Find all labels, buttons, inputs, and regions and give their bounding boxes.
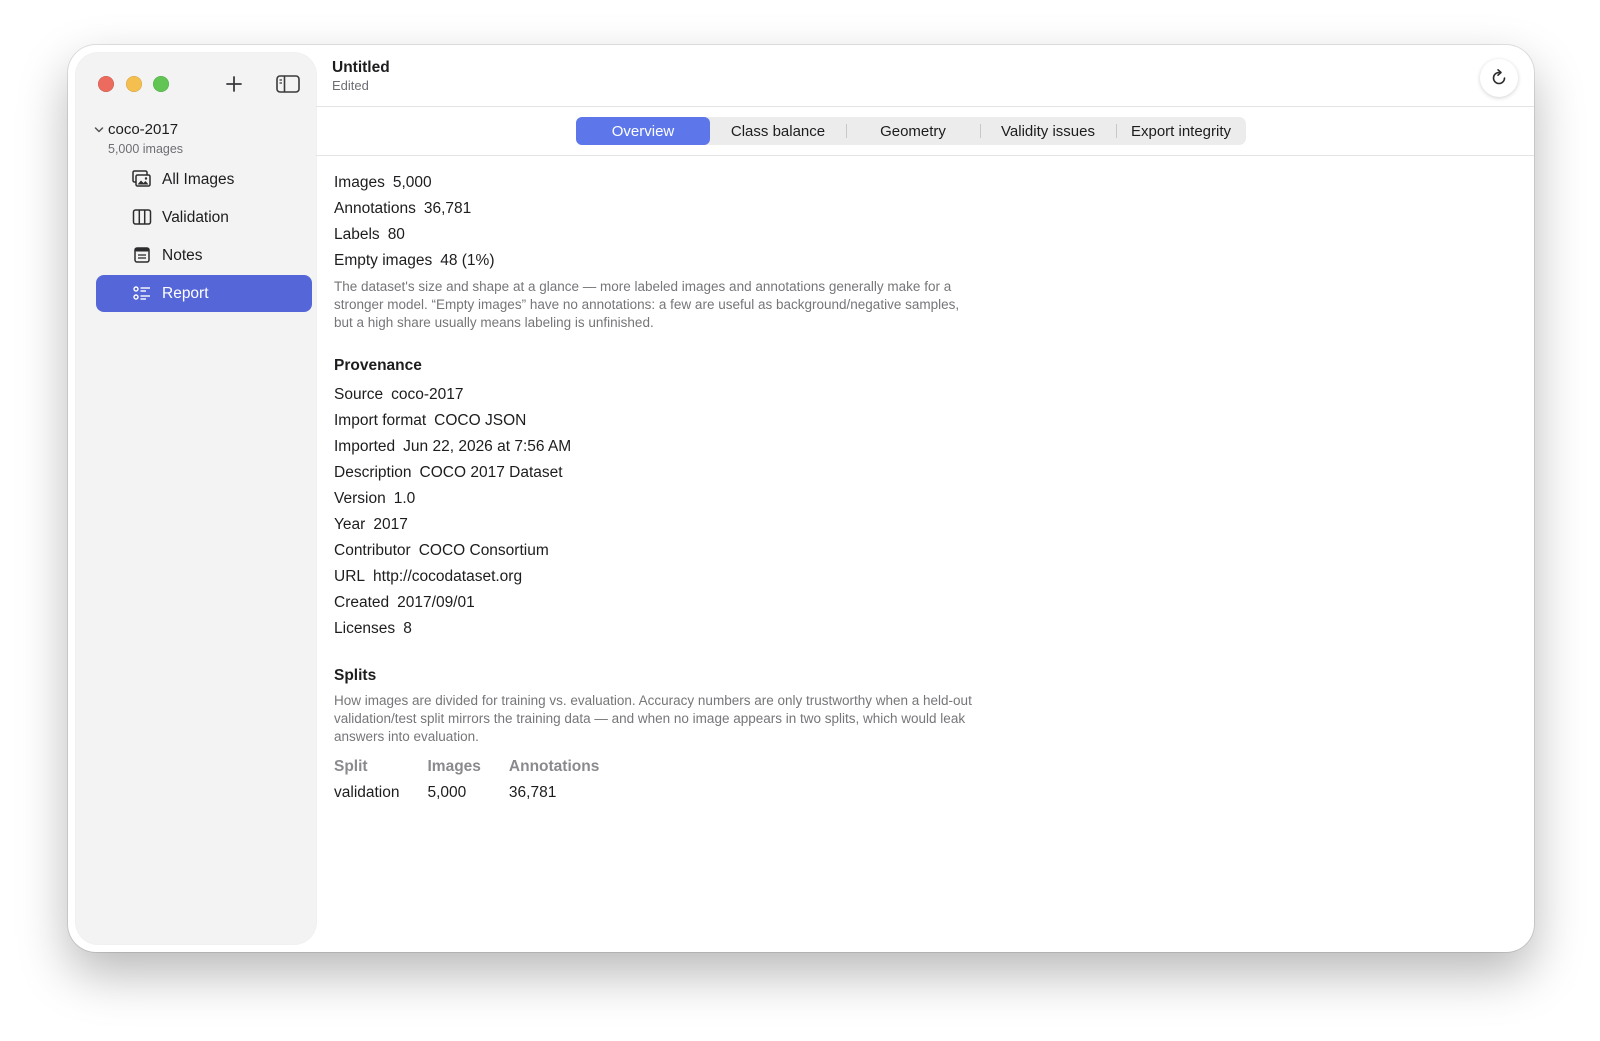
sidebar-item-validation[interactable]: Validation xyxy=(96,199,312,236)
columns-icon xyxy=(132,209,152,225)
app-window: coco-2017 5,000 images All Images Valida… xyxy=(68,45,1534,952)
tab-export-integrity[interactable]: Export integrity xyxy=(1116,117,1246,145)
dataset-name: coco-2017 xyxy=(108,121,179,138)
provenance-row: URL http://cocodataset.org xyxy=(334,564,1034,590)
dataset-header[interactable]: coco-2017 5,000 images xyxy=(92,121,183,156)
sidebar-item-label: Notes xyxy=(162,246,203,264)
provenance-row: Version 1.0 xyxy=(334,486,1034,512)
provenance-row: Licenses 8 xyxy=(334,616,1034,642)
stat-row-labels: Labels 80 xyxy=(334,222,1034,248)
sidebar-item-label: Validation xyxy=(162,208,229,226)
column-header: Split xyxy=(334,758,368,775)
field-value: COCO Consortium xyxy=(418,542,549,559)
stat-value: 5,000 xyxy=(392,174,432,191)
minimize-window-button[interactable] xyxy=(126,76,142,92)
toggle-sidebar-button[interactable] xyxy=(274,71,302,97)
stat-key: Images xyxy=(334,174,385,191)
field-value: COCO 2017 Dataset xyxy=(419,464,563,481)
sidebar-icon xyxy=(276,75,300,93)
tab-class-balance[interactable]: Class balance xyxy=(710,117,846,145)
stat-key: Labels xyxy=(334,226,380,243)
plus-icon xyxy=(226,76,242,92)
sidebar-item-label: Report xyxy=(162,284,209,302)
provenance-row: Created 2017/09/01 xyxy=(334,590,1034,616)
dataset-image-count: 5,000 images xyxy=(108,142,184,156)
provenance-row: Source coco-2017 xyxy=(334,382,1034,408)
stat-row-annotations: Annotations 36,781 xyxy=(334,196,1034,222)
sidebar-item-all-images[interactable]: All Images xyxy=(96,161,312,198)
field-value: COCO JSON xyxy=(434,412,527,429)
sidebar-item-label: All Images xyxy=(162,170,235,188)
document-title: Untitled xyxy=(332,59,390,76)
table-header-row: Split Images Annotations xyxy=(334,754,627,780)
table-cell: 36,781 xyxy=(508,784,557,801)
add-button[interactable] xyxy=(220,71,248,97)
field-value: 8 xyxy=(403,620,412,637)
zoom-window-button[interactable] xyxy=(153,76,169,92)
list-icon xyxy=(133,286,150,300)
main-area: Untitled Edited Overview Class balance G… xyxy=(316,45,1534,952)
chevron-down-icon[interactable] xyxy=(92,123,106,137)
field-value: http://cocodataset.org xyxy=(373,568,523,585)
stat-value: 48 (1%) xyxy=(440,252,495,269)
note-icon xyxy=(134,247,150,263)
tab-geometry[interactable]: Geometry xyxy=(846,117,980,145)
stat-value: 36,781 xyxy=(423,200,472,217)
provenance-row: Contributor COCO Consortium xyxy=(334,538,1034,564)
provenance-row: Imported Jun 22, 2026 at 7:56 AM xyxy=(334,434,1034,460)
splits-table: Split Images Annotations validation 5,00… xyxy=(334,754,627,806)
report-segmented-control: Overview Class balance Geometry Validity… xyxy=(576,117,1246,145)
table-row: validation 5,000 36,781 xyxy=(334,780,627,806)
field-key: Source xyxy=(334,386,384,403)
provenance-row: Year 2017 xyxy=(334,512,1034,538)
field-value: 2017 xyxy=(373,516,408,533)
column-header: Images xyxy=(427,758,481,775)
field-key: Import format xyxy=(334,412,427,429)
field-value: 1.0 xyxy=(393,490,416,507)
stat-row-images: Images 5,000 xyxy=(334,170,1034,196)
tab-validity-issues[interactable]: Validity issues xyxy=(980,117,1116,145)
field-key: Licenses xyxy=(334,620,396,637)
field-key: Imported xyxy=(334,438,396,455)
field-key: URL xyxy=(334,568,366,585)
field-value: 2017/09/01 xyxy=(397,594,475,611)
stat-key: Annotations xyxy=(334,200,416,217)
document-status: Edited xyxy=(332,78,369,93)
sidebar-item-notes[interactable]: Notes xyxy=(96,237,312,274)
photo-stack-icon xyxy=(132,170,151,187)
sidebar-item-report[interactable]: Report xyxy=(96,275,312,312)
sidebar: coco-2017 5,000 images All Images Valida… xyxy=(76,53,316,944)
field-value: Jun 22, 2026 at 7:56 AM xyxy=(403,438,572,455)
column-header: Annotations xyxy=(508,758,600,775)
splits-heading: Splits xyxy=(334,667,377,684)
report-tab-bar: Overview Class balance Geometry Validity… xyxy=(316,107,1534,156)
stat-row-empty-images: Empty images 48 (1%) xyxy=(334,248,1034,274)
table-cell: 5,000 xyxy=(427,784,467,801)
provenance-row: Description COCO 2017 Dataset xyxy=(334,460,1034,486)
field-key: Description xyxy=(334,464,412,481)
field-key: Version xyxy=(334,490,386,507)
field-value: coco-2017 xyxy=(391,386,464,403)
field-key: Contributor xyxy=(334,542,411,559)
overview-help-text: The dataset's size and shape at a glance… xyxy=(334,279,960,330)
close-window-button[interactable] xyxy=(98,76,114,92)
table-cell: validation xyxy=(334,784,400,801)
sidebar-nav: All Images Validation Notes Report xyxy=(96,161,312,313)
refresh-icon xyxy=(1492,69,1506,85)
refresh-button[interactable] xyxy=(1480,59,1518,97)
provenance-row: Import format COCO JSON xyxy=(334,408,1034,434)
field-key: Created xyxy=(334,594,390,611)
report-content: Images 5,000 Annotations 36,781 Labels 80 E… xyxy=(334,170,1034,806)
stat-value: 80 xyxy=(387,226,405,243)
field-key: Year xyxy=(334,516,366,533)
provenance-heading: Provenance xyxy=(334,357,422,374)
splits-help-text: How images are divided for training vs. … xyxy=(334,693,972,744)
stat-key: Empty images xyxy=(334,252,433,269)
tab-overview[interactable]: Overview xyxy=(576,117,710,145)
